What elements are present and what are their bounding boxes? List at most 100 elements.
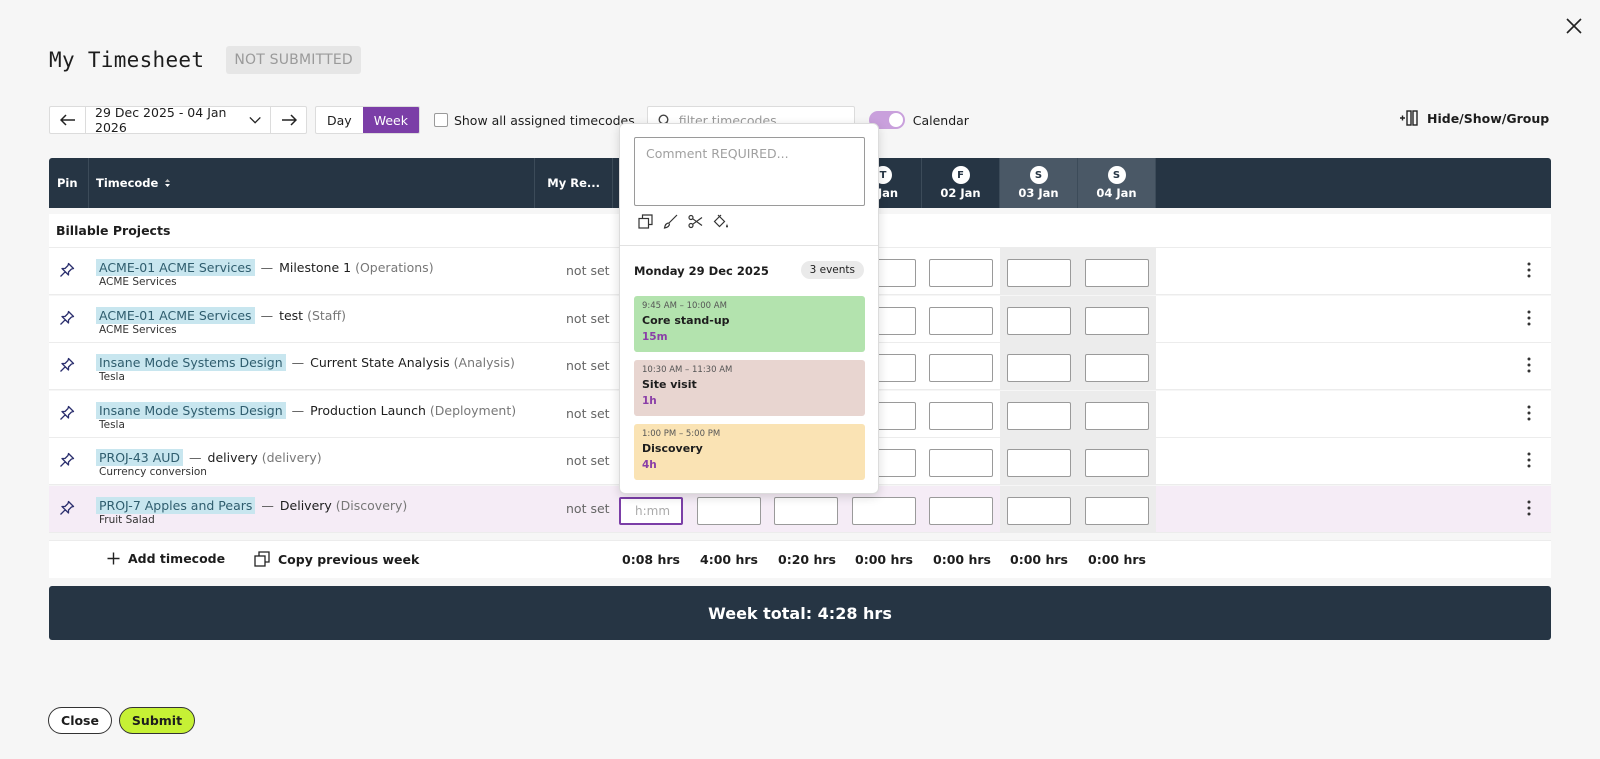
day-letter: S — [1107, 166, 1126, 184]
arrow-left-icon — [59, 114, 75, 126]
calendar-event[interactable]: 10:30 AM – 11:30 AM Site visit 1h — [634, 360, 865, 416]
comment-textarea[interactable]: Comment REQUIRED... — [634, 137, 865, 206]
close-button[interactable]: Close — [48, 707, 112, 734]
hours-input[interactable] — [1085, 449, 1149, 477]
calendar-event[interactable]: 9:45 AM – 10:00 AM Core stand-up 15m — [634, 296, 865, 352]
hours-input[interactable] — [1085, 306, 1149, 335]
hours-input[interactable] — [1085, 354, 1149, 382]
timecode-name: Production Launch — [310, 402, 426, 418]
timecode-code: PROJ-7 Apples and Pears — [96, 496, 256, 514]
pin-icon[interactable] — [59, 452, 75, 472]
hours-input[interactable] — [1007, 259, 1071, 287]
timecode-name: test — [279, 307, 304, 323]
add-timecode-button[interactable]: Add timecode — [107, 551, 225, 566]
timecode-separator: — — [260, 307, 274, 323]
timecode-label[interactable]: PROJ-7 Apples and Pears — Delivery (Discove… — [96, 496, 407, 514]
hours-input[interactable] — [1007, 496, 1071, 525]
row-menu-icon[interactable] — [1527, 357, 1531, 377]
pin-icon[interactable] — [59, 405, 75, 425]
hours-input[interactable] — [929, 306, 993, 335]
calendar-label: Calendar — [912, 112, 969, 128]
pin-icon[interactable] — [59, 310, 75, 330]
timecode-name: delivery — [207, 450, 258, 465]
submit-button[interactable]: Submit — [119, 707, 195, 734]
close-icon[interactable] — [1562, 14, 1586, 38]
timecode-client: Tesla — [99, 418, 125, 431]
timecode-separator: — — [189, 450, 202, 465]
add-timecode-label: Add timecode — [128, 551, 226, 566]
day-view-button[interactable]: Day — [316, 107, 363, 133]
show-all-timecodes[interactable]: Show all assigned timecodes — [433, 112, 635, 128]
pin-icon[interactable] — [59, 500, 75, 520]
totals-row: Add timecode Copy previous week 0:08 hrs… — [49, 540, 1551, 578]
timecode-label[interactable]: PROJ-43 AUD — delivery (delivery) — [96, 449, 322, 466]
timecode-label[interactable]: Insane Mode Systems Design — Current State… — [96, 354, 515, 371]
hide-show-group-button[interactable]: Hide/Show/Group — [1399, 110, 1549, 126]
report-status: not set — [566, 500, 610, 516]
date-range-label: 29 Dec 2025 - 04 Jan 2026 — [95, 105, 227, 135]
popup-tools — [637, 213, 729, 230]
calendar-event[interactable]: 1:00 PM – 5:00 PM Discovery 4h — [634, 424, 865, 480]
hours-input[interactable] — [774, 496, 838, 525]
copy-tool-icon[interactable] — [637, 213, 654, 230]
date-range-select[interactable]: 29 Dec 2025 - 04 Jan 2026 — [85, 105, 271, 135]
show-all-label: Show all assigned timecodes — [453, 112, 635, 128]
timecode-label[interactable]: ACME-01 ACME Services — Milestone 1 (Operat… — [96, 259, 434, 276]
timecode-label[interactable]: Insane Mode Systems Design — Production La… — [96, 401, 516, 419]
pin-icon[interactable] — [59, 262, 75, 282]
event-title: Core stand-up — [642, 314, 730, 327]
date-navigator: 29 Dec 2025 - 04 Jan 2026 — [49, 105, 307, 135]
popup-divider — [620, 245, 878, 246]
day-total: 0:08 hrs — [622, 552, 680, 567]
timecode-type: (Staff) — [307, 307, 346, 323]
hours-input[interactable] — [1007, 401, 1071, 430]
hours-input[interactable] — [697, 496, 761, 525]
timecode-client: ACME Services — [99, 276, 177, 288]
day-header-sun: S 04 Jan — [1078, 158, 1156, 208]
arrow-right-icon — [281, 114, 297, 126]
day-total: 4:00 hrs — [700, 552, 758, 567]
calendar-toggle[interactable]: Calendar — [868, 111, 969, 129]
timecode-label[interactable]: ACME-01 ACME Services — test (Staff) — [96, 306, 346, 324]
copy-previous-week-button[interactable]: Copy previous week — [254, 551, 419, 567]
hours-input[interactable] — [1007, 306, 1071, 335]
timecode-type: (Operations) — [355, 260, 434, 275]
hours-input[interactable] — [1007, 449, 1071, 477]
next-week-button[interactable] — [271, 107, 306, 133]
brush-tool-icon[interactable] — [662, 213, 679, 230]
hours-input[interactable] — [1007, 354, 1071, 382]
row-menu-icon[interactable] — [1527, 452, 1531, 472]
timecode-code: PROJ-43 AUD — [96, 449, 184, 466]
fill-tool-icon[interactable] — [712, 213, 729, 230]
day-header-fri: F 02 Jan — [922, 158, 1000, 208]
timecode-name: Current State Analysis — [310, 355, 450, 370]
day-total: 0:20 hrs — [778, 552, 836, 567]
hours-input[interactable]: h:mm — [619, 496, 683, 525]
row-menu-icon[interactable] — [1527, 405, 1531, 425]
hours-input[interactable] — [929, 496, 993, 525]
day-date: 03 Jan — [1018, 186, 1059, 200]
pin-icon[interactable] — [59, 357, 75, 377]
row-menu-icon[interactable] — [1527, 310, 1531, 330]
scissors-tool-icon[interactable] — [687, 213, 704, 230]
row-menu-icon[interactable] — [1527, 262, 1531, 282]
timecode-name: Milestone 1 — [279, 260, 352, 275]
hours-input[interactable] — [1085, 259, 1149, 287]
day-total: 0:00 hrs — [933, 552, 991, 567]
hours-input[interactable] — [929, 401, 993, 430]
prev-week-button[interactable] — [50, 107, 85, 133]
row-menu-icon[interactable] — [1527, 500, 1531, 520]
report-status: not set — [566, 310, 610, 326]
hours-input[interactable] — [929, 259, 993, 287]
event-duration: 15m — [642, 331, 668, 343]
hours-input[interactable] — [1085, 401, 1149, 430]
hours-input[interactable] — [929, 449, 993, 477]
comment-placeholder: Comment REQUIRED... — [646, 146, 789, 161]
report-status: not set — [566, 405, 610, 421]
hours-input[interactable] — [929, 354, 993, 382]
timecode-column-header[interactable]: Timecode — [89, 158, 535, 208]
show-all-checkbox[interactable] — [433, 113, 448, 127]
hours-input[interactable] — [852, 496, 916, 525]
week-view-button[interactable]: Week — [362, 107, 419, 133]
hours-input[interactable] — [1085, 496, 1149, 525]
